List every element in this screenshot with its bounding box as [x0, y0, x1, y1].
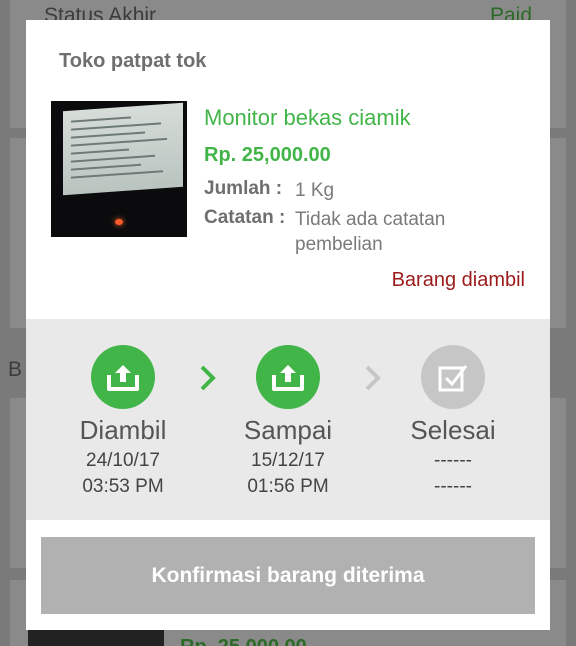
- upload-tray-icon: [91, 345, 155, 409]
- upload-tray-icon: [256, 345, 320, 409]
- step-date: 15/12/17: [251, 450, 325, 471]
- step-sampai: Sampai 15/12/17 01:56 PM: [218, 345, 358, 498]
- step-label: Sampai: [243, 415, 333, 445]
- step-time: 03:53 PM: [82, 476, 164, 497]
- step-date: ------: [434, 450, 472, 471]
- chevron-right-icon: [365, 365, 381, 391]
- checkbox-icon: [421, 345, 485, 409]
- step-date: 24/10/17: [86, 450, 160, 471]
- note-label: Catatan :: [204, 207, 286, 228]
- order-status: Barang diambil: [391, 269, 525, 291]
- step-time: ------: [434, 476, 472, 497]
- monitor-screen: [63, 102, 183, 196]
- background-thumbnail: [28, 628, 164, 646]
- product-title[interactable]: Monitor bekas ciamik: [204, 105, 411, 131]
- note-value: Tidak ada catatan pembelian: [295, 209, 446, 255]
- step-diambil: Diambil 24/10/17 03:53 PM: [53, 345, 193, 498]
- step-selesai: Selesai ------ ------: [383, 345, 523, 498]
- step-time: 01:56 PM: [247, 476, 329, 497]
- quantity-label: Jumlah :: [204, 178, 283, 199]
- step-label: Diambil: [79, 415, 167, 445]
- product-image: [51, 101, 187, 237]
- shop-name: Toko patpat tok: [59, 50, 207, 72]
- tracking-steps: Diambil 24/10/17 03:53 PM Sampai 15/12/1…: [26, 319, 550, 520]
- order-detail-dialog: Toko patpat tok Monitor bekas ciamik Rp.…: [26, 20, 550, 630]
- confirm-received-button[interactable]: Konfirmasi barang diterima: [41, 537, 535, 614]
- product-price: Rp. 25,000.00: [204, 144, 331, 166]
- background-section-title: B: [8, 358, 23, 381]
- background-item-price: Rp. 25,000.00: [180, 636, 307, 646]
- quantity-value: 1 Kg: [295, 180, 335, 201]
- power-led: [115, 219, 123, 225]
- chevron-right-icon: [200, 365, 216, 391]
- step-label: Selesai: [410, 415, 496, 445]
